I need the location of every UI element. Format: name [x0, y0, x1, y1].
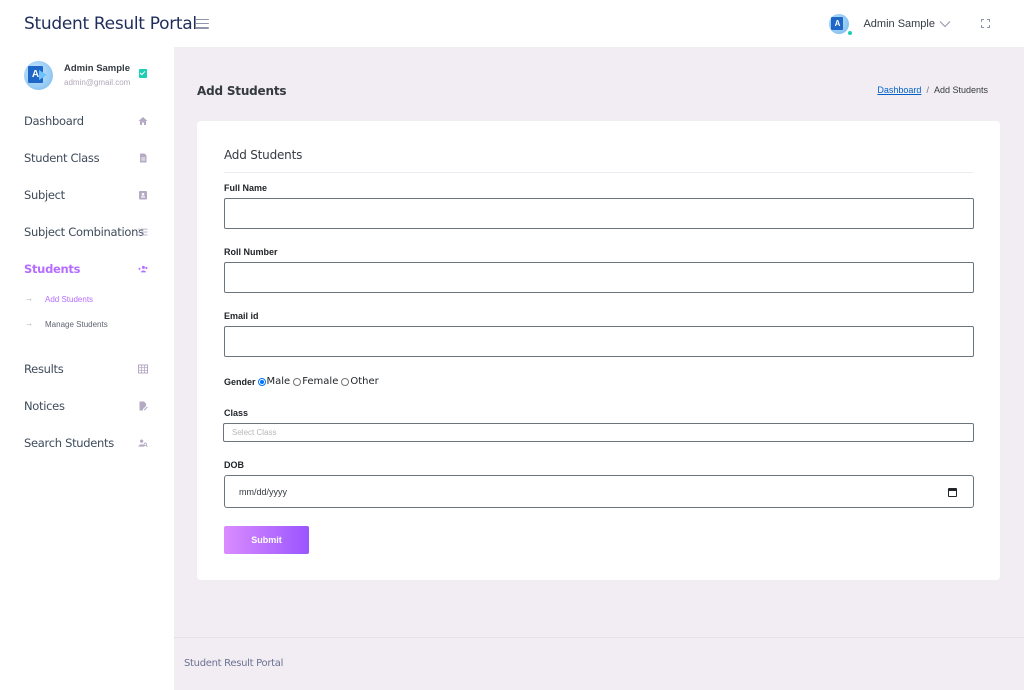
form-title: Add Students [224, 148, 303, 162]
avatar-glyph: A [831, 16, 844, 30]
sidebar-item-results[interactable]: Results [0, 354, 174, 384]
sidebar-item-student-class[interactable]: Student Class [0, 143, 174, 173]
profile-name: Admin Sample [64, 63, 130, 74]
sidebar-subitem-add-students[interactable]: → Add Students [0, 292, 174, 310]
sidebar-item-label: Dashboard [24, 114, 84, 128]
sidebar-item-label: Student Class [24, 151, 100, 165]
roll-number-label: Roll Number [224, 247, 278, 257]
gender-label: Gender [224, 376, 256, 387]
navbar-right: A Admin Sample [829, 0, 1024, 47]
search-user-icon [138, 438, 148, 448]
document-icon [138, 153, 148, 163]
submit-button[interactable]: Submit [224, 526, 309, 554]
home-icon [138, 116, 148, 126]
navbar-profile-dropdown[interactable]: A Admin Sample [829, 13, 951, 36]
sidebar-item-label: Search Students [24, 436, 114, 450]
contacts-icon [138, 190, 148, 200]
dob-label: DOB [224, 460, 244, 470]
footer-text: Student Result Portal [184, 658, 284, 669]
add-student-form-card: Add Students Full Name Roll Number Email… [197, 121, 1000, 580]
sidebar-subitem-label: Manage Students [45, 320, 108, 329]
verified-badge-icon [139, 69, 147, 78]
profile-email: admin@gmail.com [64, 78, 131, 87]
arrow-right-icon: → [25, 319, 33, 328]
chevron-down-icon [939, 20, 951, 27]
sidebar-item-subject-combinations[interactable]: Subject Combinations [0, 217, 174, 247]
breadcrumb: Dashboard / Add Students [877, 85, 988, 95]
full-name-input[interactable] [224, 198, 974, 229]
sidebar-item-label: Subject Combinations [24, 225, 144, 239]
dob-placeholder: mm/dd/yyyy [239, 487, 288, 497]
calendar-icon[interactable] [948, 488, 957, 497]
menu-toggle-icon[interactable] [195, 18, 209, 29]
breadcrumb-link-dashboard[interactable]: Dashboard [877, 85, 921, 95]
avatar: A [24, 61, 53, 90]
sidebar-item-notices[interactable]: Notices [0, 391, 174, 421]
online-status-dot [847, 29, 854, 36]
full-name-label: Full Name [224, 183, 268, 193]
roll-number-input[interactable] [224, 262, 974, 293]
email-input[interactable] [224, 326, 974, 357]
sidebar-item-search-students[interactable]: Search Students [0, 428, 174, 458]
list-icon [138, 227, 148, 237]
sidebar-item-subject[interactable]: Subject [0, 180, 174, 210]
avatar: A [829, 13, 854, 36]
gender-option-label: Other [350, 376, 379, 387]
sidebar-item-label: Students [24, 262, 81, 276]
gender-option-label: Male [266, 376, 291, 387]
divider [224, 172, 973, 173]
sidebar-item-label: Subject [24, 188, 65, 202]
dob-date-input[interactable]: mm/dd/yyyy [224, 475, 974, 508]
sidebar-item-dashboard[interactable]: Dashboard [0, 106, 174, 136]
sidebar-item-students[interactable]: Students [0, 254, 174, 284]
sidebar-item-label: Results [24, 362, 64, 376]
navbar-username: Admin Sample [863, 17, 935, 30]
sidebar-subitem-manage-students[interactable]: → Manage Students [0, 317, 174, 335]
top-navbar: Student Result Portal A Admin Sample [0, 0, 1024, 47]
gender-radio-group: Gender Male Female Other [224, 376, 382, 387]
class-label: Class [224, 408, 249, 418]
gender-other-radio[interactable] [341, 377, 350, 386]
sidebar-subitem-label: Add Students [45, 295, 94, 304]
grid-icon [138, 364, 148, 374]
class-select[interactable]: Select Class [223, 423, 974, 442]
arrow-right-icon: → [25, 294, 33, 303]
add-users-icon [138, 264, 148, 274]
breadcrumb-current: Add Students [933, 85, 988, 95]
sidebar-item-label: Notices [24, 399, 65, 413]
breadcrumb-separator: / [926, 85, 929, 95]
page-title: Add Students [197, 84, 287, 98]
sidebar-profile[interactable]: A Admin Sample admin@gmail.com [0, 47, 174, 103]
notice-icon [138, 401, 148, 411]
gender-male-radio[interactable] [257, 377, 266, 386]
email-label: Email id [224, 311, 259, 321]
gender-female-radio[interactable] [293, 377, 302, 386]
footer: Student Result Portal [174, 637, 1024, 690]
app-brand[interactable]: Student Result Portal [0, 14, 197, 34]
gender-option-label: Female [302, 376, 339, 387]
fullscreen-icon[interactable] [981, 19, 990, 28]
sidebar: A Admin Sample admin@gmail.com Dashboard… [0, 47, 174, 690]
